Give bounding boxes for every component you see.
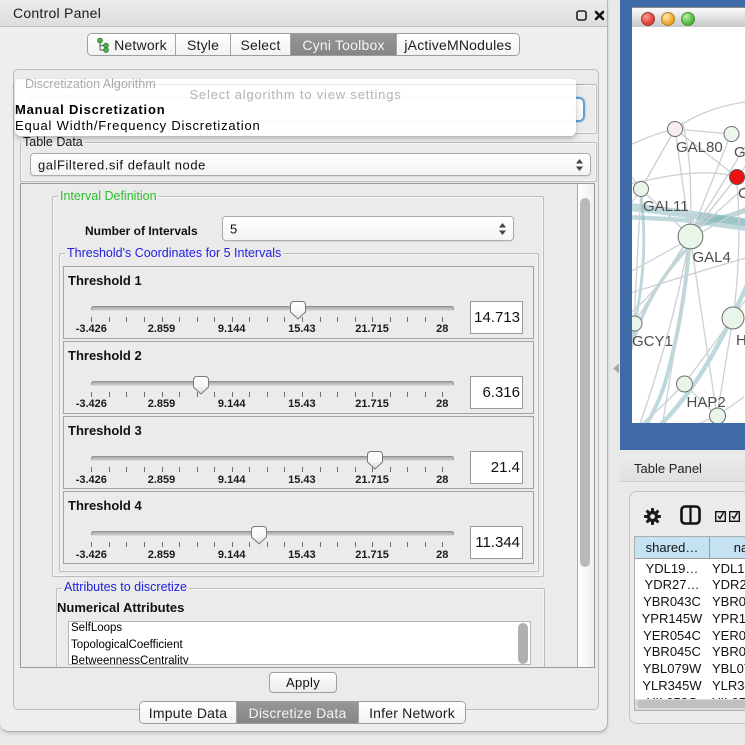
svg-text:GAL4: GAL4	[693, 249, 731, 266]
svg-text:GA: GA	[734, 144, 745, 161]
svg-text:H: H	[736, 332, 745, 349]
svg-text:HAP2: HAP2	[687, 394, 726, 411]
svg-text:GCY1: GCY1	[632, 333, 673, 350]
svg-text:GAL11: GAL11	[643, 198, 689, 215]
svg-text:C: C	[738, 185, 745, 202]
svg-text:GAL80: GAL80	[676, 139, 723, 156]
